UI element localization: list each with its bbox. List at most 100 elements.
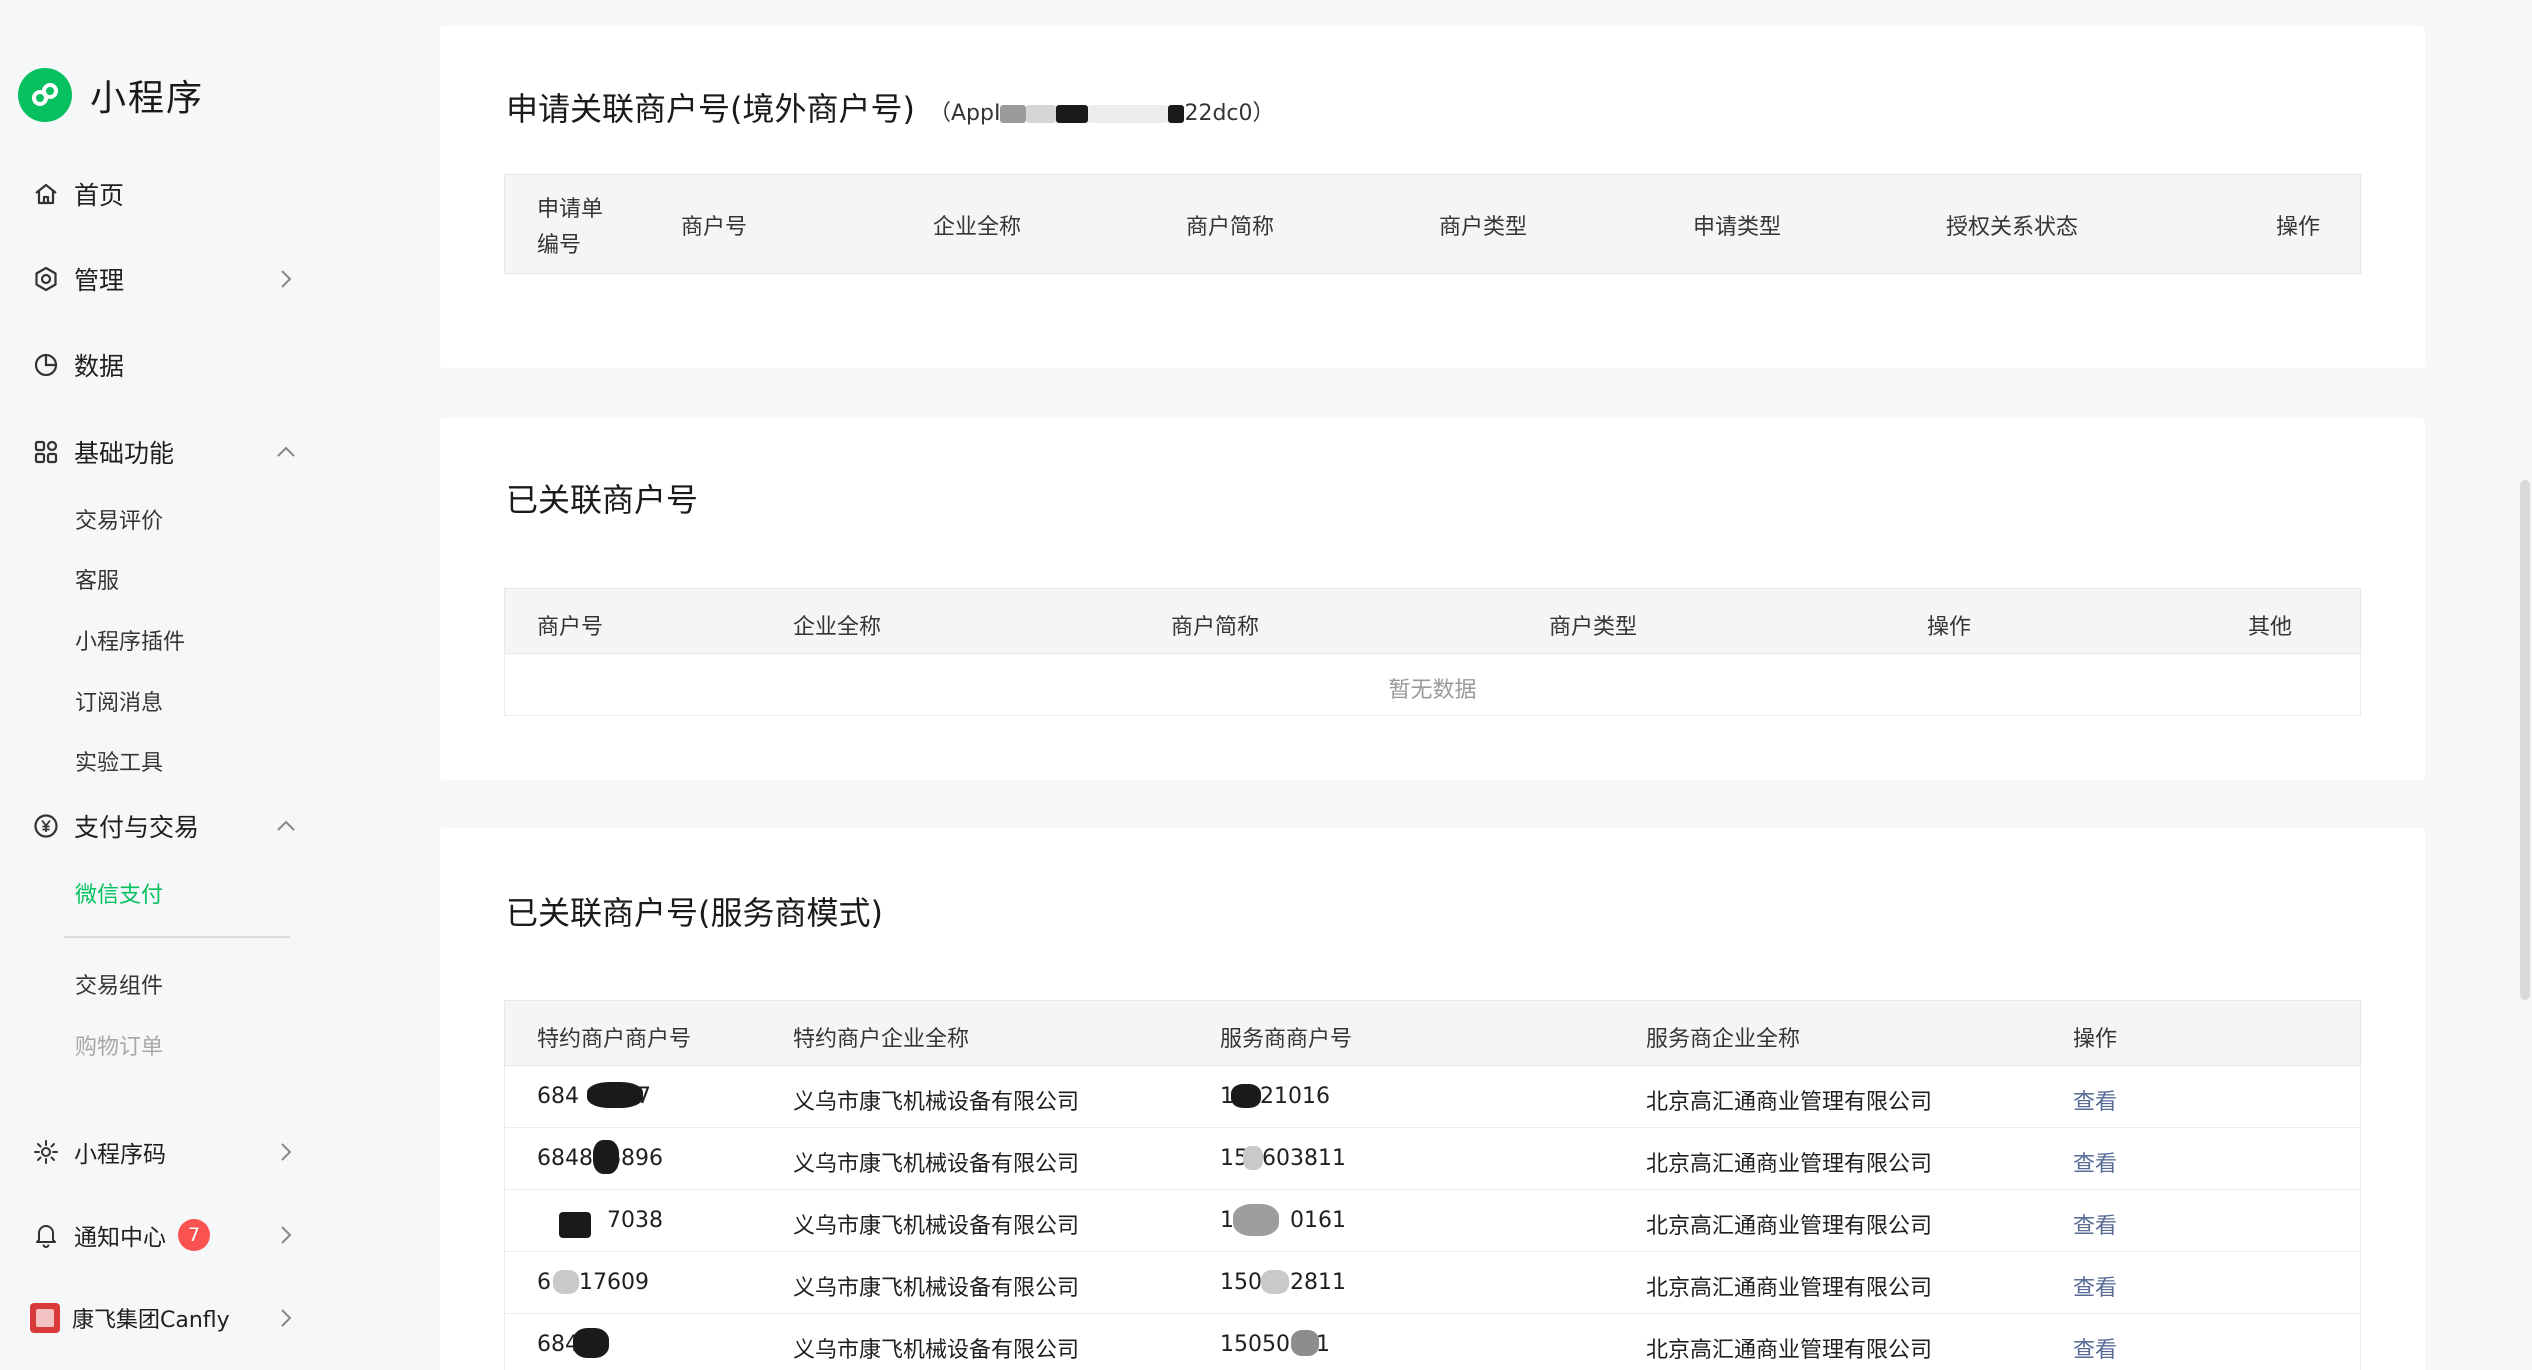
redaction — [1291, 1330, 1319, 1356]
redaction — [593, 1140, 619, 1174]
sidebar-subitem-plugins[interactable]: 小程序插件 — [75, 624, 185, 656]
col-header: 操作 — [2073, 1027, 2118, 1052]
redaction — [587, 1082, 643, 1108]
redaction — [1088, 105, 1169, 123]
appid-suffix: 22dc0） — [1184, 101, 1275, 126]
sidebar-subitem-wechat-pay[interactable]: 微信支付 — [75, 877, 163, 909]
page-scrollbar[interactable] — [2520, 480, 2530, 1000]
sidebar-subitem-experiment-tools[interactable]: 实验工具 — [75, 745, 163, 777]
table-row: 6 17609 义乌市康飞机械设备有限公司 150 2811 北京高汇通商业管理有限… — [504, 1252, 2361, 1314]
merchant-id-head: 6 — [537, 1270, 551, 1295]
chevron-right-icon — [281, 1143, 292, 1161]
sidebar-subitem-customer-service[interactable]: 客服 — [75, 563, 119, 595]
sidebar-item-label: 通知中心 — [74, 1225, 166, 1251]
merchant-id-tail: 17609 — [579, 1270, 649, 1295]
col-header: 特约商户商户号 — [537, 1027, 692, 1052]
company-cell: 义乌市康飞机械设备有限公司 — [793, 1152, 1080, 1177]
chevron-up-icon — [277, 820, 295, 831]
col-header: 商户类型 — [1549, 615, 1638, 640]
chevron-up-icon — [277, 446, 295, 457]
sp-company-cell: 北京高汇通商业管理有限公司 — [1646, 1152, 1933, 1177]
sp-company-cell: 北京高汇通商业管理有限公司 — [1646, 1214, 1933, 1239]
sidebar-item-manage[interactable]: 管理 — [30, 254, 300, 304]
sp-id-head: 15050 — [1220, 1332, 1290, 1357]
view-link[interactable]: 查看 — [2073, 1146, 2117, 1178]
empty-row: 暂无数据 — [504, 654, 2361, 716]
redaction — [1000, 105, 1027, 123]
table-row: 6848 6896 义乌市康飞机械设备有限公司 15 603811 北京高汇通商业管… — [504, 1128, 2361, 1190]
apps-grid-icon — [30, 436, 62, 468]
brand-name: 小程序 — [90, 78, 205, 119]
sidebar-item-data[interactable]: 数据 — [30, 340, 300, 390]
sidebar-item-label: 基础功能 — [74, 439, 175, 468]
view-link[interactable]: 查看 — [2073, 1208, 2117, 1240]
company-cell: 义乌市康飞机械设备有限公司 — [793, 1276, 1080, 1301]
col-header: 编号 — [537, 233, 582, 258]
empty-text: 暂无数据 — [1388, 678, 1477, 703]
notification-count-badge: 7 — [178, 1219, 210, 1251]
col-header: 申请类型 — [1693, 215, 1782, 240]
service-table-header: 特约商户商户号 特约商户企业全称 服务商商户号 服务商企业全称 操作 — [504, 1000, 2361, 1066]
redaction — [1056, 105, 1089, 123]
col-header: 企业全称 — [793, 615, 882, 640]
col-header: 其他 — [2248, 615, 2293, 640]
sp-id-tail: 21016 — [1260, 1084, 1330, 1109]
sidebar-item-miniprogram-code[interactable]: 小程序码 — [30, 1127, 300, 1177]
sidebar-account[interactable]: 康飞集团Canfly — [30, 1293, 300, 1343]
sidebar-subitem-subscribe-messages[interactable]: 订阅消息 — [75, 685, 163, 717]
service-card: 已关联商户号(服务商模式) 特约商户商户号 特约商户企业全称 服务商商户号 服务… — [440, 828, 2425, 1370]
redaction — [573, 1328, 609, 1358]
merchant-id-cell: 7038 — [537, 1208, 663, 1233]
chevron-right-icon — [281, 1226, 292, 1244]
sidebar-item-notifications[interactable]: 通知中心 7 — [30, 1210, 300, 1260]
merchant-id-tail: 7038 — [607, 1208, 663, 1233]
chevron-right-icon — [281, 270, 292, 288]
table-row: 684 7 义乌市康飞机械设备有限公司 1 21016 北京高汇通商业管理有限公司 … — [504, 1066, 2361, 1128]
chevron-right-icon — [281, 1309, 292, 1327]
account-avatar — [30, 1303, 60, 1333]
company-cell: 义乌市康飞机械设备有限公司 — [793, 1090, 1080, 1115]
bell-icon — [30, 1219, 62, 1251]
sidebar-item-payment[interactable]: 支付与交易 — [30, 801, 300, 851]
home-icon — [30, 178, 62, 210]
sidebar-item-home[interactable]: 首页 — [30, 169, 300, 219]
apply-table: 申请单 编号 商户号 企业全称 商户简称 商户类型 申请类型 授权关系状态 操作 — [504, 174, 2361, 274]
sidebar-item-label: 管理 — [74, 266, 125, 295]
redaction — [1261, 1270, 1289, 1294]
appid-prefix: （AppI — [928, 101, 1001, 126]
sun-code-icon — [30, 1136, 62, 1168]
redaction — [559, 1212, 591, 1238]
apply-table-header: 申请单 编号 商户号 企业全称 商户简称 商户类型 申请类型 授权关系状态 操作 — [504, 174, 2361, 274]
sidebar-item-label: 数据 — [74, 352, 125, 381]
col-header: 商户简称 — [1186, 215, 1275, 240]
linked-table-header: 商户号 企业全称 商户简称 商户类型 操作 其他 — [504, 588, 2361, 654]
sidebar-subitem-transaction-review[interactable]: 交易评价 — [75, 503, 163, 535]
col-header: 服务商商户号 — [1220, 1027, 1353, 1052]
merchant-id-head: 6848 — [537, 1146, 593, 1171]
sp-company-cell: 北京高汇通商业管理有限公司 — [1646, 1338, 1933, 1363]
brand[interactable]: 小程序 — [18, 68, 204, 122]
view-link[interactable]: 查看 — [2073, 1084, 2117, 1116]
sidebar-subitem-shopping-orders[interactable]: 购物订单 — [75, 1029, 163, 1061]
linked-table: 商户号 企业全称 商户简称 商户类型 操作 其他 暂无数据 — [504, 588, 2361, 716]
sp-id-head: 150 — [1220, 1270, 1262, 1295]
sidebar-subitem-trade-component[interactable]: 交易组件 — [75, 968, 163, 1000]
col-header: 操作 — [1927, 615, 1972, 640]
sidebar-item-label: 首页 — [74, 181, 125, 210]
col-header: 申请单 — [537, 197, 604, 222]
sp-id-tail: 603811 — [1262, 1146, 1346, 1171]
apply-card: 申请关联商户号(境外商户号) （AppI 22dc0） 申请单 编号 商户号 企业全… — [440, 26, 2425, 368]
table-row: 684 义乌市康飞机械设备有限公司 15050 1 北京高汇通商业管理有限公司 查… — [504, 1314, 2361, 1370]
account-name: 康飞集团Canfly — [72, 1308, 230, 1333]
company-cell: 义乌市康飞机械设备有限公司 — [793, 1214, 1080, 1239]
col-header: 授权关系状态 — [1946, 215, 2079, 240]
sidebar-item-basic-functions[interactable]: 基础功能 — [30, 427, 300, 477]
divider — [64, 936, 290, 938]
sp-merchant-id-cell: 15 603811 — [1220, 1146, 1346, 1171]
sp-id-tail: 2811 — [1290, 1270, 1346, 1295]
pie-chart-icon — [30, 349, 62, 381]
view-link[interactable]: 查看 — [2073, 1270, 2117, 1302]
linked-card: 已关联商户号 商户号 企业全称 商户简称 商户类型 操作 其他 暂无数据 — [440, 418, 2425, 780]
view-link[interactable]: 查看 — [2073, 1332, 2117, 1364]
appid-label: （AppI 22dc0） — [929, 101, 1275, 126]
